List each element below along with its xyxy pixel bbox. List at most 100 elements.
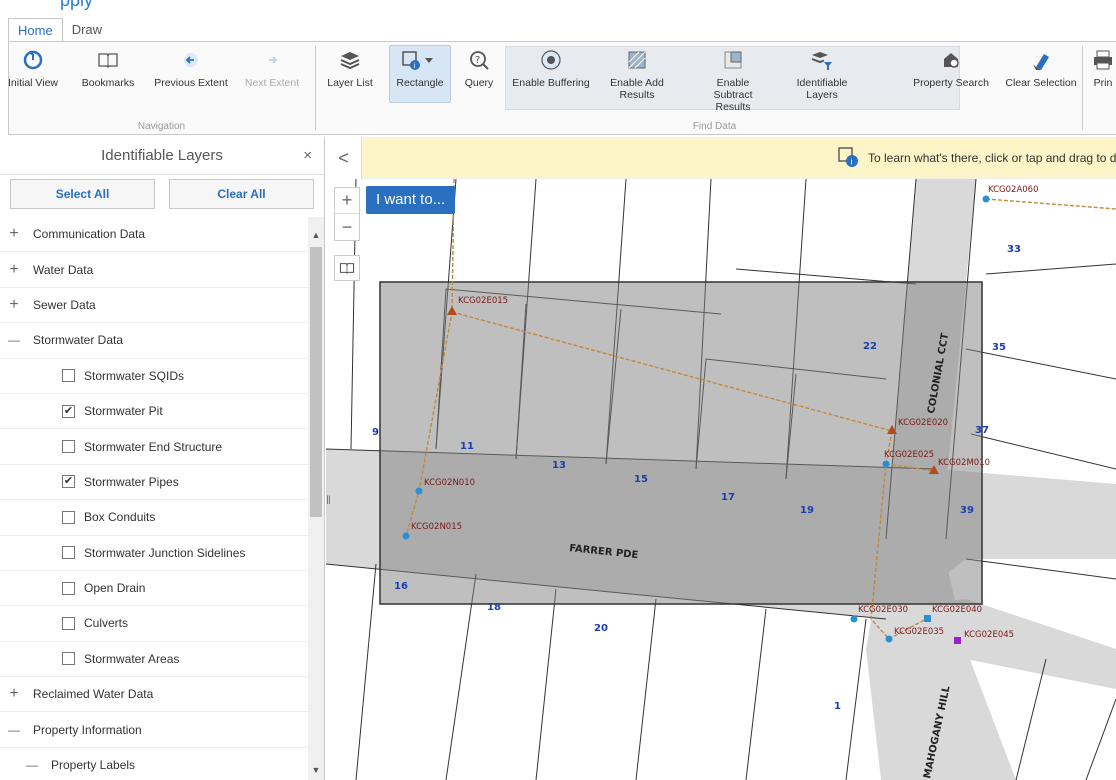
previous-extent-button[interactable]: Previous Extent xyxy=(151,48,231,89)
expand-icon[interactable]: + xyxy=(3,225,25,243)
map-view[interactable]: FARRER PDE COLONIAL CCT MAHOGANY HILL 33… xyxy=(326,137,1116,780)
info-text: To learn what's there, click or tap and … xyxy=(868,151,1116,165)
lot-number: 33 xyxy=(1007,244,1021,255)
collapse-icon[interactable]: — xyxy=(3,723,25,737)
collapse-icon[interactable]: — xyxy=(21,758,43,772)
layer-checkbox[interactable]: ✔ xyxy=(62,404,75,418)
layer-checkbox[interactable] xyxy=(62,581,75,595)
clear-selection-label: Clear Selection xyxy=(1005,77,1077,89)
layer-label: Stormwater Junction Sidelines xyxy=(84,545,246,560)
layer-item-stormwater-pit[interactable]: ✔ Stormwater Pit xyxy=(0,394,308,430)
layer-label: Stormwater Pipes xyxy=(84,474,179,489)
enable-buffering-label: Enable Buffering xyxy=(512,77,590,89)
layer-item-box-conduits[interactable]: Box Conduits xyxy=(0,500,308,536)
find-data-group: Layer List i Rectangle ? Query Enable Bu… xyxy=(317,42,1082,134)
collapse-panel-button[interactable]: < xyxy=(326,137,362,179)
lot-number: 22 xyxy=(863,341,877,352)
layer-label: Sewer Data xyxy=(33,297,96,312)
identifiable-layers-button[interactable]: Identifiable Layers xyxy=(787,48,857,101)
expand-icon[interactable]: + xyxy=(3,261,25,279)
clear-all-button[interactable]: Clear All xyxy=(169,179,314,209)
panel-splitter-handle[interactable]: ‖ xyxy=(326,488,334,512)
expand-icon[interactable]: + xyxy=(3,296,25,314)
lot-number: 35 xyxy=(992,342,1006,353)
print-icon xyxy=(1091,48,1115,72)
lot-number: 15 xyxy=(634,474,648,485)
zoom-out-button[interactable]: − xyxy=(335,214,359,240)
layer-item-property-labels[interactable]: — Property Labels xyxy=(0,748,308,780)
initial-view-icon xyxy=(21,48,45,72)
layer-item-property-information[interactable]: — Property Information xyxy=(0,712,308,748)
layer-item-stormwater-sqids[interactable]: Stormwater SQIDs xyxy=(0,359,308,394)
layer-label: Open Drain xyxy=(84,581,146,596)
layer-item-culverts[interactable]: Culverts xyxy=(0,606,308,642)
enable-add-results-button[interactable]: Enable Add Results xyxy=(607,48,667,101)
scroll-up-icon[interactable]: ▲ xyxy=(308,227,324,243)
layer-item-stormwater-areas[interactable]: Stormwater Areas xyxy=(0,642,308,678)
layer-checkbox[interactable] xyxy=(62,369,75,383)
collapse-icon[interactable]: — xyxy=(3,333,25,347)
layer-checkbox[interactable]: ✔ xyxy=(62,475,75,489)
next-extent-label: Next Extent xyxy=(244,77,300,89)
asset-label: KCG02E045 xyxy=(964,630,1014,640)
layer-item-water-data[interactable]: + Water Data xyxy=(0,252,308,288)
close-icon[interactable]: × xyxy=(303,147,312,164)
select-all-button[interactable]: Select All xyxy=(10,179,155,209)
layer-checkbox[interactable] xyxy=(62,546,75,560)
layer-item-open-drain[interactable]: Open Drain xyxy=(0,571,308,607)
layer-item-communication-data[interactable]: + Communication Data xyxy=(0,217,308,253)
layer-checkbox[interactable] xyxy=(62,652,75,666)
scroll-down-icon[interactable]: ▼ xyxy=(308,762,324,778)
enable-subtract-results-label: Enable Subtract Results xyxy=(696,77,770,113)
layer-label: Reclaimed Water Data xyxy=(33,687,154,702)
layer-label: Stormwater SQIDs xyxy=(84,368,185,383)
previous-extent-label: Previous Extent xyxy=(154,77,228,89)
bookmarks-button[interactable]: Bookmarks xyxy=(81,48,135,89)
layer-item-reclaimed-water-data[interactable]: + Reclaimed Water Data xyxy=(0,677,308,713)
layer-checkbox[interactable] xyxy=(62,440,75,454)
layer-label: Culverts xyxy=(84,616,129,631)
print-label: Prin xyxy=(1093,77,1113,89)
print-button[interactable]: Prin xyxy=(1087,48,1116,89)
asset-label: KCG02N015 xyxy=(411,522,462,532)
i-want-to-button[interactable]: I want to... xyxy=(366,186,456,214)
map-canvas[interactable]: FARRER PDE COLONIAL CCT MAHOGANY HILL 33… xyxy=(326,179,1116,780)
map-bookmarks-button[interactable] xyxy=(334,255,360,281)
layer-checkbox[interactable] xyxy=(62,510,75,524)
initial-view-button[interactable]: Initial View xyxy=(8,48,58,89)
find-data-group-title: Find Data xyxy=(692,121,737,132)
layer-item-stormwater-end-structure[interactable]: Stormwater End Structure xyxy=(0,429,308,465)
lot-number: 11 xyxy=(460,441,474,452)
layer-item-stormwater-data[interactable]: — Stormwater Data xyxy=(0,323,308,359)
ribbon-separator-2 xyxy=(1082,46,1083,130)
tab-draw[interactable]: Draw xyxy=(63,18,111,42)
expand-icon[interactable]: + xyxy=(3,685,25,703)
zoom-in-button[interactable]: + xyxy=(335,188,359,214)
asset-label: KCG02A060 xyxy=(988,185,1039,195)
svg-text:i: i xyxy=(414,62,416,70)
subtract-results-icon xyxy=(721,48,745,72)
layer-checkbox[interactable] xyxy=(62,616,75,630)
lot-number: 39 xyxy=(960,505,974,516)
query-button[interactable]: ? Query xyxy=(459,48,499,89)
bookmarks-icon xyxy=(339,263,355,274)
property-search-label: Property Search xyxy=(913,77,989,89)
enable-buffering-button[interactable]: Enable Buffering xyxy=(511,48,591,89)
layer-list-button[interactable]: Layer List xyxy=(325,48,375,89)
layer-list-scrollbar[interactable]: ▲ ▼ xyxy=(308,217,324,780)
rectangle-button[interactable]: i Rectangle xyxy=(389,45,451,103)
svg-text:i: i xyxy=(851,158,853,167)
next-extent-button[interactable]: Next Extent xyxy=(241,48,303,89)
asset-label: KCG02E015 xyxy=(458,296,508,306)
scroll-thumb[interactable] xyxy=(310,247,322,517)
layer-item-sewer-data[interactable]: + Sewer Data xyxy=(0,288,308,324)
layer-label: Box Conduits xyxy=(84,510,156,525)
tab-home[interactable]: Home xyxy=(8,18,63,42)
panel-header: Identifiable Layers × xyxy=(0,137,324,175)
enable-subtract-results-button[interactable]: Enable Subtract Results xyxy=(693,48,773,113)
layer-item-stormwater-pipes[interactable]: ✔ Stormwater Pipes xyxy=(0,465,308,501)
layer-list-icon xyxy=(338,48,362,72)
clear-selection-button[interactable]: Clear Selection xyxy=(1001,48,1081,89)
layer-item-stormwater-junction-sidelines[interactable]: Stormwater Junction Sidelines xyxy=(0,536,308,571)
property-search-button[interactable]: Property Search xyxy=(909,48,993,89)
